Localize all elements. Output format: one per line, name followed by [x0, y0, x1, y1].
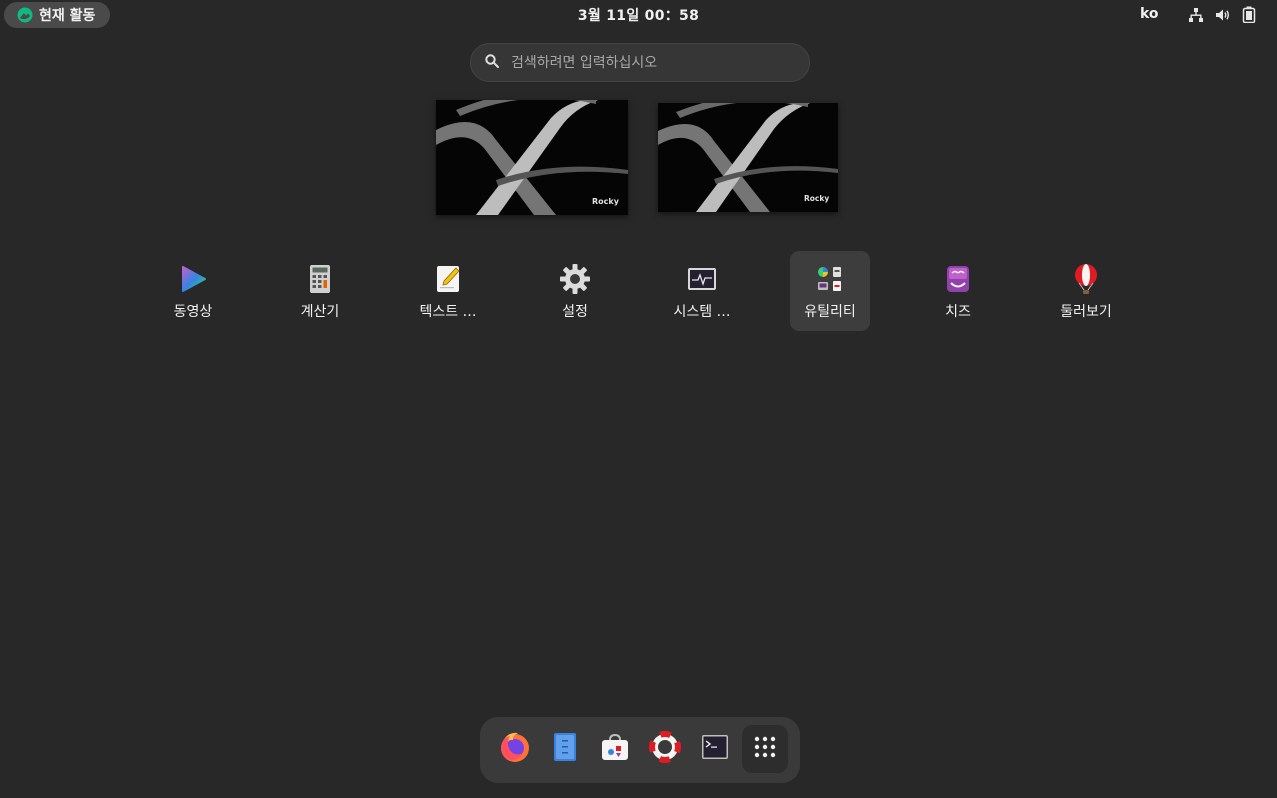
- workspace-watermark: Rocky: [592, 197, 620, 206]
- app-label: 계산기: [300, 304, 340, 320]
- search-input[interactable]: [511, 54, 781, 71]
- app-cheese[interactable]: 치즈: [918, 251, 998, 331]
- dock-software[interactable]: [592, 725, 638, 773]
- dock-terminal[interactable]: [692, 725, 738, 773]
- app-settings[interactable]: 설정: [535, 251, 615, 331]
- app-text-editor[interactable]: 텍스트 …: [408, 251, 488, 331]
- volume-icon[interactable]: [1215, 7, 1231, 23]
- battery-icon[interactable]: [1242, 6, 1256, 23]
- firefox-icon: [498, 730, 532, 768]
- app-grid: 동영상 계산기 텍스트 … 설정 시스템 … 유틸리티 치즈 둘러보기: [0, 251, 1277, 331]
- activities-label: 현재 활동: [39, 8, 96, 24]
- settings-gear-icon: [559, 263, 591, 295]
- app-videos[interactable]: 동영상: [153, 251, 233, 331]
- app-utilities-folder[interactable]: 유틸리티: [790, 251, 870, 331]
- workspace-thumbnail-1[interactable]: Rocky: [436, 100, 628, 215]
- rocky-logo-icon: [17, 7, 33, 23]
- activities-button[interactable]: 현재 활동: [4, 2, 110, 28]
- calculator-icon: [304, 263, 336, 295]
- app-calculator[interactable]: 계산기: [280, 251, 360, 331]
- network-icon[interactable]: [1188, 7, 1204, 23]
- terminal-icon: [701, 734, 729, 764]
- workspace-watermark: Rocky: [804, 194, 829, 203]
- clock-button[interactable]: 3월 11일 00：58: [578, 8, 699, 24]
- desktop-overview: 현재 활동 3월 11일 00：58 ko 검색하려면 입력하십시오 Rocky…: [0, 0, 1277, 798]
- show-apps-button[interactable]: [742, 725, 788, 773]
- search-box[interactable]: [470, 43, 810, 82]
- cheese-icon: [942, 263, 974, 295]
- utilities-folder-icon: [814, 263, 846, 295]
- input-language-indicator[interactable]: ko: [1140, 6, 1159, 22]
- dock-firefox[interactable]: [492, 725, 538, 773]
- search-icon: [485, 53, 499, 72]
- dock-help[interactable]: [642, 725, 688, 773]
- dock-files[interactable]: [542, 725, 588, 773]
- app-label: 동영상: [173, 304, 213, 320]
- app-label: 시스템 …: [673, 304, 731, 320]
- videos-icon: [177, 263, 209, 295]
- app-label: 둘러보기: [1060, 304, 1112, 320]
- text-editor-icon: [432, 263, 464, 295]
- app-system-monitor[interactable]: 시스템 …: [662, 251, 742, 331]
- system-tray[interactable]: [1188, 6, 1256, 23]
- tour-balloon-icon: [1070, 263, 1102, 295]
- top-bar: 현재 활동 3월 11일 00：58 ko: [0, 0, 1277, 30]
- dash-dock: [480, 717, 800, 783]
- app-label: 유틸리티: [804, 304, 856, 320]
- workspace-thumbnail-2[interactable]: Rocky: [658, 103, 838, 212]
- app-label: 텍스트 …: [419, 304, 477, 320]
- show-apps-icon: [754, 736, 776, 762]
- software-icon: [600, 732, 630, 766]
- files-icon: [552, 732, 578, 766]
- app-tour[interactable]: 둘러보기: [1046, 251, 1126, 331]
- help-icon: [649, 731, 681, 767]
- app-label: 치즈: [945, 304, 971, 320]
- system-monitor-icon: [686, 263, 718, 295]
- app-label: 설정: [562, 304, 588, 320]
